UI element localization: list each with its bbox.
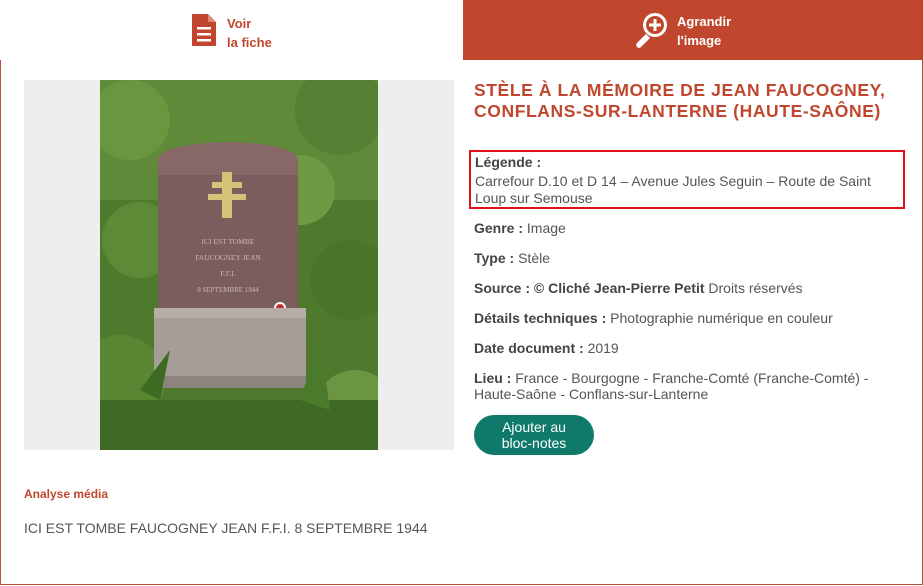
- source-label: Source : © Cliché Jean-Pierre Petit: [474, 280, 705, 296]
- legend-text: Carrefour D.10 et D 14 – Avenue Jules Se…: [475, 173, 871, 206]
- legend-label: Légende :: [475, 154, 542, 170]
- svg-text:F.F.I.: F.F.I.: [220, 269, 235, 278]
- source-field: Source : © Cliché Jean-Pierre Petit Droi…: [474, 280, 894, 296]
- technical-details-value: Photographie numérique en couleur: [610, 310, 833, 326]
- stele-photo[interactable]: ICI EST TOMBE FAUCOGNEY JEAN F.F.I. 8 SE…: [100, 80, 378, 450]
- add-to-notepad-label: Ajouter au bloc-notes: [501, 419, 567, 451]
- genre-value: Image: [526, 220, 566, 236]
- document-date-field: Date document : 2019: [474, 340, 894, 356]
- top-tab-bar: Voir la fiche Agrandir l'image: [0, 0, 923, 60]
- tab-view-record-label: Voir la fiche: [227, 16, 272, 50]
- zoom-in-icon: [636, 13, 667, 48]
- record-title: STÈLE À LA MÉMOIRE DE JEAN FAUCOGNEY, CO…: [474, 80, 886, 121]
- tab-enlarge-image[interactable]: Agrandir l'image: [463, 0, 923, 60]
- place-label: Lieu :: [474, 370, 512, 386]
- media-analysis-text: ICI EST TOMBE FAUCOGNEY JEAN F.F.I. 8 SE…: [24, 520, 428, 536]
- technical-details-field: Détails techniques : Photographie numéri…: [474, 310, 894, 326]
- genre-label: Genre :: [474, 220, 524, 236]
- document-date-value: 2019: [587, 340, 619, 356]
- photo-container: ICI EST TOMBE FAUCOGNEY JEAN F.F.I. 8 SE…: [24, 80, 454, 450]
- document-icon: [192, 14, 216, 46]
- place-field: Lieu : France - Bourgogne - Franche-Comt…: [474, 370, 894, 402]
- type-value: Stèle: [518, 250, 551, 266]
- media-analysis-heading: Analyse média: [24, 487, 109, 501]
- svg-text:ICI EST TOMBE: ICI EST TOMBE: [202, 237, 255, 246]
- type-label: Type :: [474, 250, 515, 266]
- add-to-notepad-button[interactable]: Ajouter au bloc-notes: [474, 415, 594, 455]
- legend-highlight-box: Légende : Carrefour D.10 et D 14 – Avenu…: [469, 150, 905, 209]
- svg-text:8 SEPTEMBRE 1944: 8 SEPTEMBRE 1944: [197, 286, 259, 294]
- technical-details-label: Détails techniques :: [474, 310, 607, 326]
- source-value: Droits réservés: [708, 280, 803, 296]
- document-date-label: Date document :: [474, 340, 584, 356]
- type-field: Type : Stèle: [474, 250, 894, 266]
- tab-view-record[interactable]: Voir la fiche: [0, 0, 463, 60]
- place-value: France - Bourgogne - Franche-Comté (Fran…: [474, 370, 869, 402]
- tab-enlarge-image-label: Agrandir l'image: [677, 14, 732, 48]
- svg-text:FAUCOGNEY JEAN: FAUCOGNEY JEAN: [195, 253, 261, 262]
- genre-field: Genre : Image: [474, 220, 894, 236]
